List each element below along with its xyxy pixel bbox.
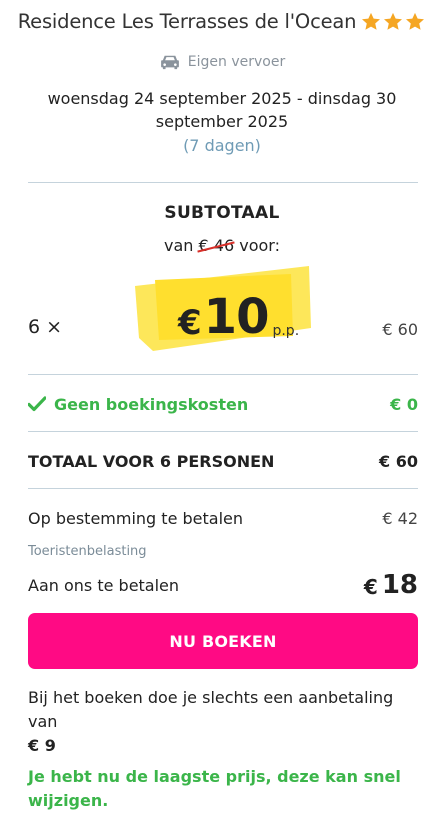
star-icon (384, 12, 403, 30)
transport-label: Eigen vervoer (187, 54, 286, 70)
old-price: € 46 (196, 236, 235, 255)
line-total: € 60 (382, 320, 418, 339)
pay-us-currency: € (363, 575, 378, 599)
booking-fee-label: Geen boekingskosten (54, 394, 249, 414)
pay-us-value: 18 (381, 570, 418, 600)
price-value: 10 (203, 289, 270, 345)
divider (28, 374, 418, 375)
header: Residence Les Terrasses de l'Ocean (0, 10, 444, 33)
pay-us-label: Aan ons te betalen (28, 575, 180, 595)
date-range: woensdag 24 september 2025 - dinsdag 30 … (47, 89, 397, 131)
per-person-label: p.p. (272, 323, 300, 339)
lowest-price-notice: Je hebt nu de laagste prijs, deze kan sn… (28, 767, 401, 810)
pay-us-amount: € 18 (364, 571, 418, 599)
old-price-row: van € 46 voor: (0, 236, 444, 255)
booking-fee-amount: € 0 (390, 394, 418, 414)
divider (28, 431, 418, 432)
trip-duration: (7 dagen) (183, 136, 261, 155)
star-icon (406, 12, 425, 30)
star-icon (362, 12, 381, 30)
car-icon (160, 55, 179, 70)
book-now-button[interactable]: NU BOEKEN (28, 613, 418, 669)
deposit-info: Bij het boeken doe je slechts een aanbet… (28, 686, 418, 758)
divider (28, 488, 418, 489)
pay-us-row: Aan ons te betalen € 18 (28, 570, 418, 600)
tourist-tax-note: Toeristenbelasting (28, 544, 147, 559)
deposit-text: Bij het boeken doe je slechts een aanbet… (28, 688, 394, 731)
check-icon (28, 396, 46, 412)
unit-price: € 10 p.p. (178, 291, 299, 343)
hotel-title: Residence Les Terrasses de l'Ocean (17, 10, 357, 33)
destination-amount: € 42 (382, 508, 418, 528)
divider (28, 182, 418, 183)
price-currency: € (178, 303, 202, 343)
total-row: TOTAAL VOOR 6 PERSONEN € 60 (28, 449, 418, 473)
total-amount: € 60 (379, 451, 418, 471)
destination-payment-row: Op bestemming te betalen € 42 (28, 506, 418, 530)
quantity: 6 × (28, 316, 63, 338)
from-suffix: voor: (239, 236, 280, 255)
transport-info: Eigen vervoer (0, 54, 444, 70)
booking-fee-row: Geen boekingskosten € 0 (28, 392, 418, 416)
deposit-amount: € 9 (28, 736, 56, 755)
from-prefix: van (164, 236, 194, 255)
destination-label: Op bestemming te betalen (28, 508, 243, 528)
star-rating (360, 11, 426, 33)
subtotal-heading: SUBTOTAAL (164, 203, 280, 223)
total-label: TOTAAL VOOR 6 PERSONEN (28, 451, 275, 471)
